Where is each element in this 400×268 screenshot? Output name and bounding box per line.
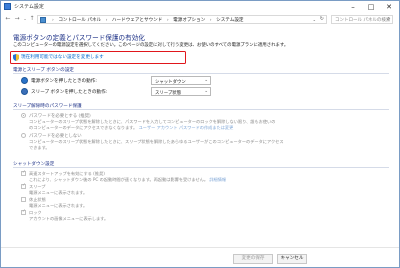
back-arrow-icon[interactable]: ← — [4, 14, 12, 24]
search-input[interactable]: コントロール パネルの検索 ⌕ — [331, 15, 393, 24]
power-button-label: 電源ボタンを押したときの動作: — [31, 79, 97, 84]
sleep-desc: 電源メニューに表示されます。 — [29, 190, 88, 195]
system-settings-window: システム設定 – □ ✕ ← → ⌄ ↑ › コントロール パネル › ハードウ… — [0, 0, 400, 268]
breadcrumb-separator-icon: › — [166, 18, 169, 23]
close-button[interactable]: ✕ — [381, 1, 397, 13]
control-panel-icon — [4, 3, 11, 10]
page-title: 電源ボタンの定義とパスワード保護の有効化 — [13, 34, 145, 42]
fast-startup-desc-text: これにより、シャットダウン後の PC の起動時間が速くなります。再起動は影響を受… — [29, 177, 209, 182]
chevron-down-icon: ⌄ — [204, 89, 208, 94]
more-info-link[interactable]: 詳細情報 — [209, 177, 226, 182]
sleep-button-action-select[interactable]: スリープ状態 ⌄ — [151, 87, 211, 96]
breadcrumb-control-panel[interactable]: コントロール パネル — [58, 18, 101, 23]
cancel-button[interactable]: キャンセル — [277, 254, 307, 264]
chevron-down-icon: ⌄ — [204, 78, 208, 83]
sleep-button-label: スリープ ボタンを押したときの動作: — [31, 90, 108, 95]
hibernate-checkbox[interactable] — [21, 197, 26, 202]
address-bar[interactable]: › コントロール パネル › ハードウェアとサウンド › 電源オプション › シ… — [37, 15, 327, 24]
highlight-box — [10, 51, 186, 64]
no-password-desc-1: コンピューターのスリープ状態を解除したときに、スリープ状態を解除したあらゆるユー… — [29, 139, 284, 144]
breadcrumb: › コントロール パネル › ハードウェアとサウンド › 電源オプション › シ… — [49, 17, 244, 23]
hibernate-desc: 電源メニューに表示されます。 — [29, 203, 88, 208]
forward-arrow-icon[interactable]: → — [13, 14, 21, 24]
require-password-radio[interactable] — [21, 113, 26, 118]
fast-startup-checkbox[interactable] — [21, 170, 26, 176]
lock-desc: アカウントの画像メニューに表示します。 — [29, 216, 109, 221]
section-divider — [13, 109, 389, 110]
section-divider — [13, 73, 389, 74]
control-panel-small-icon — [40, 17, 46, 23]
breadcrumb-system-settings[interactable]: システム設定 — [216, 18, 243, 23]
sleep-button-icon — [21, 88, 28, 95]
page-description: このコンピューターの電源設定を選択してください。このページの設定に対して行う変更… — [13, 43, 289, 48]
search-icon[interactable]: ⌕ — [387, 16, 390, 22]
require-password-desc-2: のコンピューターのデータにアクセスできなくなります。 ユーザー アカウント パス… — [29, 125, 233, 131]
section-divider — [13, 167, 389, 168]
require-password-desc-2-text: のコンピューターのデータにアクセスできなくなります。 — [29, 125, 138, 130]
button-bar: 変更の保存 キャンセル — [1, 247, 399, 267]
up-arrow-icon[interactable]: ↑ — [28, 14, 36, 24]
refresh-icon[interactable]: ↻ — [320, 16, 324, 22]
fast-startup-desc: これにより、シャットダウン後の PC の起動時間が速くなります。再起動は影響を受… — [29, 177, 226, 183]
create-password-link[interactable]: ユーザー アカウント パスワードの作成または変更 — [139, 125, 234, 130]
breadcrumb-separator-icon: › — [209, 18, 212, 23]
breadcrumb-power-options[interactable]: 電源オプション — [173, 18, 205, 23]
power-button-icon — [21, 77, 28, 84]
power-button-action-select[interactable]: シャットダウン ⌄ — [151, 76, 211, 85]
no-password-desc-2: できます。 — [29, 145, 50, 150]
main-content: 電源ボタンの定義とパスワード保護の有効化 このコンピューターの電源設定を選択して… — [1, 25, 399, 247]
power-button-action-value: シャットダウン — [155, 79, 186, 85]
no-password-radio[interactable] — [21, 133, 26, 138]
address-bar-row: ← → ⌄ ↑ › コントロール パネル › ハードウェアとサウンド › 電源オ… — [1, 13, 399, 25]
address-dropdown-icon[interactable]: ⌄ — [313, 17, 316, 22]
breadcrumb-hardware-sound[interactable]: ハードウェアとサウンド — [112, 18, 162, 23]
window-title: システム設定 — [14, 4, 44, 10]
title-bar: システム設定 – □ ✕ — [1, 1, 399, 13]
breadcrumb-separator-icon: › — [105, 18, 108, 23]
breadcrumb-separator-icon: › — [52, 18, 54, 23]
sleep-checkbox[interactable] — [21, 183, 26, 189]
sleep-button-action-value: スリープ状態 — [155, 90, 182, 96]
save-changes-button[interactable]: 変更の保存 — [233, 254, 273, 264]
search-placeholder: コントロール パネルの検索 — [335, 18, 391, 23]
lock-checkbox[interactable] — [21, 209, 26, 215]
maximize-button[interactable]: □ — [363, 1, 379, 13]
minimize-button[interactable]: – — [345, 1, 361, 13]
